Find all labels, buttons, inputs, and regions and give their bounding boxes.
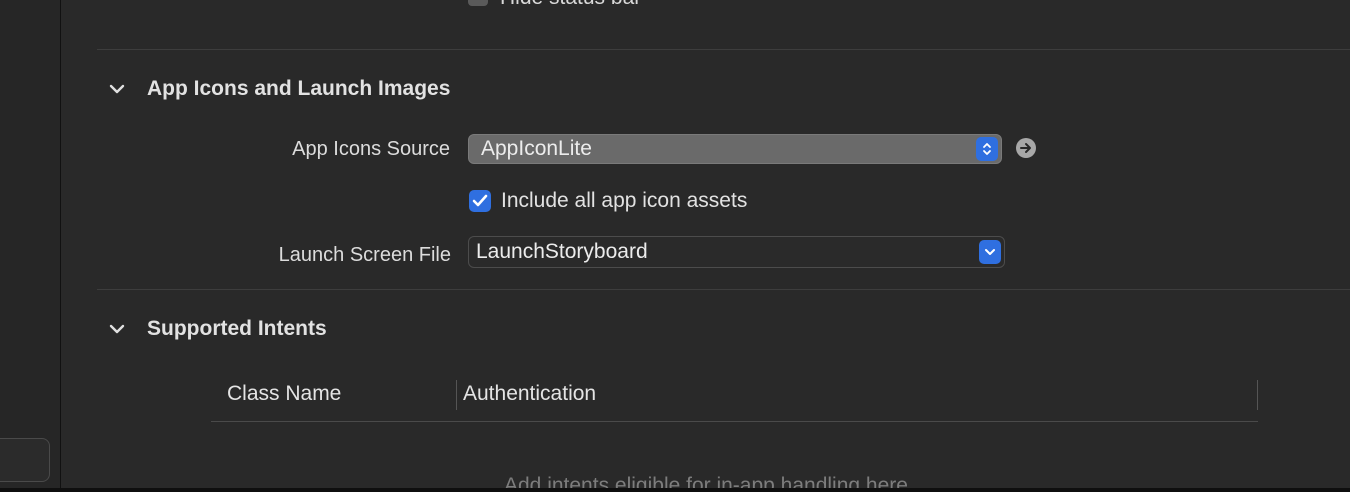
sidebar-filter-field[interactable]	[0, 438, 50, 482]
include-all-icons-checkbox[interactable]	[469, 190, 491, 212]
section-header-app-icons[interactable]: App Icons and Launch Images	[107, 77, 450, 101]
window-bottom-border	[0, 488, 1350, 492]
intents-table-header: Class Name Authentication	[211, 378, 1258, 412]
section-divider	[97, 289, 1350, 290]
app-icons-source-value: AppIconLite	[481, 137, 592, 160]
app-icons-source-popup[interactable]: AppIconLite	[468, 134, 1002, 164]
hide-status-bar-checkbox[interactable]	[468, 0, 488, 6]
section-title: Supported Intents	[147, 317, 327, 340]
chevron-down-icon[interactable]	[107, 319, 127, 339]
column-separator[interactable]	[456, 380, 457, 410]
column-separator[interactable]	[1257, 380, 1258, 410]
checkmark-icon	[472, 194, 488, 207]
table-header-divider	[211, 421, 1258, 422]
section-title: App Icons and Launch Images	[147, 77, 451, 100]
up-down-arrows-icon[interactable]	[976, 137, 998, 161]
build-settings-content: Hide status bar App Icons and Launch Ima…	[61, 0, 1350, 492]
navigator-sidebar	[0, 0, 61, 490]
column-header-authentication[interactable]: Authentication	[463, 382, 596, 406]
chevron-down-icon[interactable]	[979, 240, 1001, 264]
launch-screen-file-combobox[interactable]: LaunchStoryboard	[468, 236, 1005, 268]
window: Hide status bar App Icons and Launch Ima…	[0, 0, 1350, 492]
chevron-down-icon[interactable]	[107, 79, 127, 99]
section-header-supported-intents[interactable]: Supported Intents	[107, 317, 327, 341]
hide-status-bar-label: Hide status bar	[500, 0, 641, 10]
app-icons-source-label: App Icons Source	[292, 138, 450, 160]
include-all-icons-label: Include all app icon assets	[501, 189, 748, 212]
section-divider	[97, 49, 1350, 50]
launch-screen-file-value[interactable]: LaunchStoryboard	[476, 240, 648, 264]
column-header-class-name[interactable]: Class Name	[227, 382, 341, 406]
launch-screen-file-label: Launch Screen File	[278, 244, 451, 266]
arrow-right-circle-icon[interactable]	[1016, 138, 1036, 158]
